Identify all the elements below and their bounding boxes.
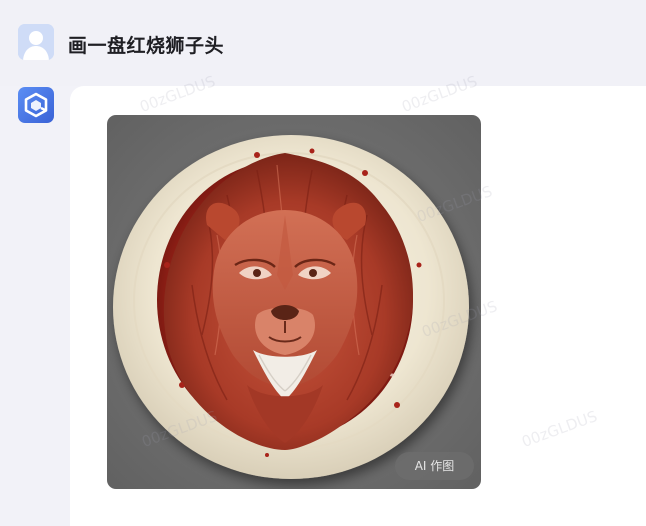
- ai-generated-badge: AI 作图: [395, 452, 474, 480]
- generated-image[interactable]: AI 作图: [107, 115, 481, 489]
- cube-logo-icon: [24, 92, 48, 118]
- user-avatar[interactable]: [18, 24, 54, 60]
- user-prompt-text: 画一盘红烧狮子头: [68, 35, 225, 57]
- assistant-avatar[interactable]: [18, 87, 54, 123]
- user-message-row: 画一盘红烧狮子头: [0, 0, 646, 86]
- user-silhouette-icon: [18, 24, 54, 60]
- lion-head-dish-illustration: [113, 135, 469, 479]
